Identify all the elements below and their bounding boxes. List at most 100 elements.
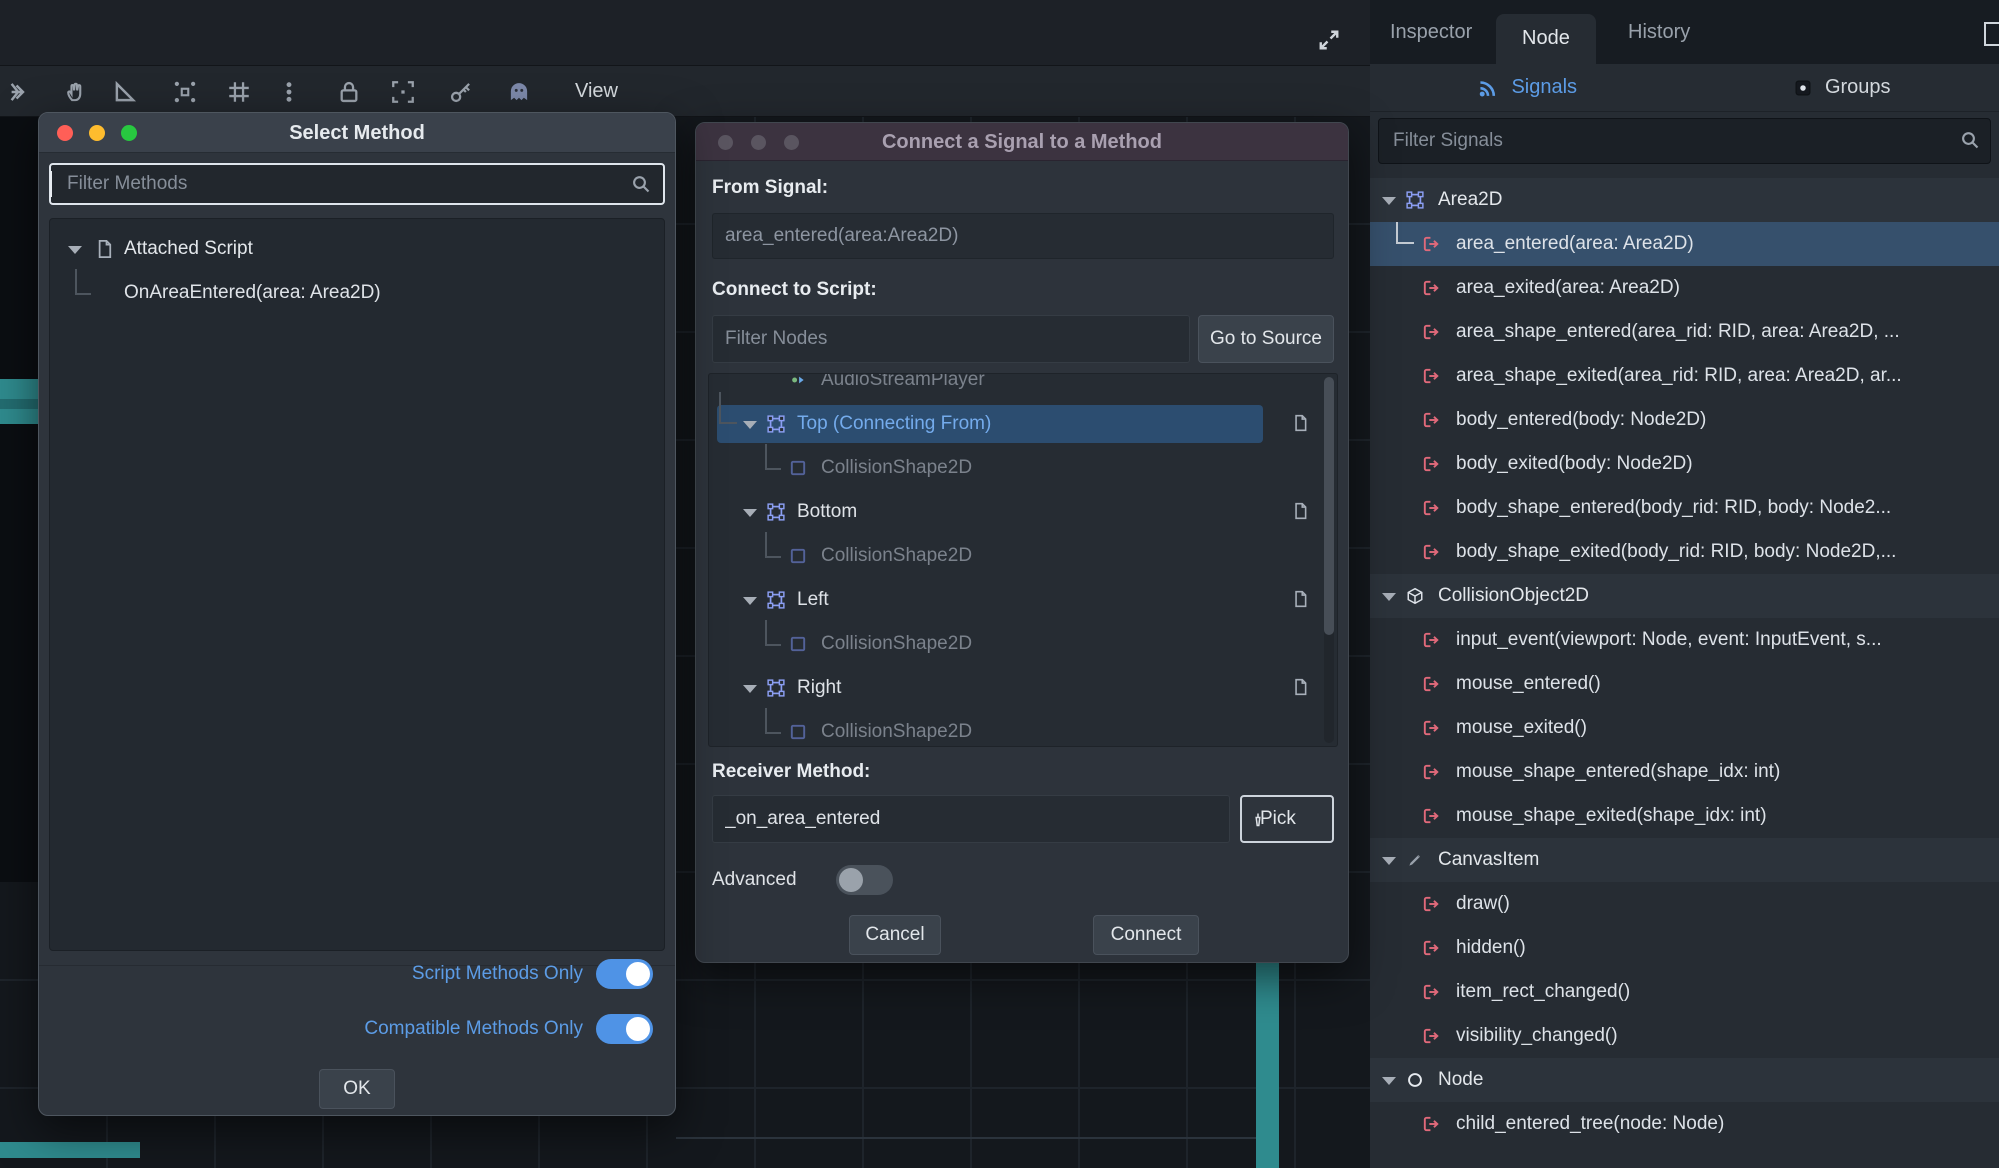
- signal-icon: [1422, 455, 1440, 473]
- cancel-button[interactable]: Cancel: [849, 915, 941, 955]
- node-tree-row[interactable]: CollisionShape2D: [709, 620, 1337, 666]
- tab-node[interactable]: Node: [1496, 14, 1596, 64]
- tree-item-method[interactable]: OnAreaEntered(area: Area2D): [50, 269, 664, 315]
- node-tree-row[interactable]: CollisionShape2D: [709, 532, 1337, 578]
- signal-list-row[interactable]: CollisionObject2D: [1370, 574, 1999, 618]
- tab-groups[interactable]: Groups: [1685, 64, 1999, 111]
- pan-hand-icon[interactable]: [64, 79, 90, 105]
- compatible-methods-only-toggle[interactable]: [596, 1014, 653, 1044]
- chevron-down-icon[interactable]: [743, 509, 757, 517]
- tree-item-attached-script[interactable]: Attached Script: [50, 227, 664, 271]
- view-menu[interactable]: View: [575, 66, 618, 116]
- chevron-down-icon[interactable]: [743, 685, 757, 693]
- collision-shape-icon: [789, 723, 807, 741]
- area2d-class-icon: [1406, 191, 1424, 209]
- lock-icon[interactable]: [336, 79, 362, 105]
- connect-signal-dialog: Connect a Signal to a Method From Signal…: [695, 122, 1349, 963]
- signal-list-row[interactable]: body_exited(body: Node2D): [1370, 442, 1999, 486]
- node-tree-row[interactable]: Bottom: [709, 490, 1337, 534]
- expand-icon[interactable]: [1317, 28, 1341, 52]
- filter-nodes-input[interactable]: [712, 315, 1190, 363]
- script-methods-only-toggle[interactable]: [596, 959, 653, 989]
- signal-label: body_shape_entered(body_rid: RID, body: …: [1456, 497, 1892, 518]
- signal-list-row[interactable]: Area2D: [1370, 178, 1999, 222]
- connect-to-script-label: Connect to Script:: [712, 279, 877, 300]
- from-signal-label: From Signal:: [712, 177, 829, 198]
- tab-history[interactable]: History: [1620, 0, 1698, 64]
- go-to-source-button[interactable]: Go to Source: [1198, 315, 1334, 363]
- chevron-down-icon[interactable]: [1382, 857, 1396, 865]
- signal-list-row[interactable]: input_event(viewport: Node, event: Input…: [1370, 618, 1999, 662]
- pixel-snap-icon[interactable]: [390, 79, 416, 105]
- advanced-toggle[interactable]: [836, 865, 893, 895]
- ruler-icon[interactable]: [112, 79, 138, 105]
- script-icon[interactable]: [1291, 501, 1309, 521]
- signal-list-row[interactable]: child_entered_tree(node: Node): [1370, 1102, 1999, 1146]
- more-options-icon[interactable]: [276, 79, 302, 105]
- smart-snap-icon[interactable]: [172, 79, 198, 105]
- chevron-down-icon[interactable]: [1382, 593, 1396, 601]
- zoom-window-icon[interactable]: [784, 135, 799, 150]
- signal-icon: [1422, 983, 1440, 1001]
- signal-list-row[interactable]: item_rect_changed(): [1370, 970, 1999, 1014]
- chevron-down-icon[interactable]: [743, 421, 757, 429]
- signal-list-row[interactable]: visibility_changed(): [1370, 1014, 1999, 1058]
- signal-label: CanvasItem: [1438, 849, 1540, 870]
- area2d-node-icon: [767, 415, 785, 433]
- signal-list-row[interactable]: Node: [1370, 1058, 1999, 1102]
- receiver-method-label: Receiver Method:: [712, 761, 871, 782]
- signal-list-row[interactable]: body_shape_exited(body_rid: RID, body: N…: [1370, 530, 1999, 574]
- script-icon[interactable]: [1291, 413, 1309, 433]
- close-window-icon[interactable]: [57, 125, 73, 141]
- tab-signals[interactable]: Signals: [1370, 64, 1685, 111]
- script-icon[interactable]: [1291, 677, 1309, 697]
- signal-label: visibility_changed(): [1456, 1025, 1618, 1046]
- connect-button[interactable]: Connect: [1093, 915, 1199, 955]
- tab-inspector[interactable]: Inspector: [1382, 0, 1480, 64]
- signal-list-row[interactable]: CanvasItem: [1370, 838, 1999, 882]
- chevron-down-icon[interactable]: [1382, 197, 1396, 205]
- script-methods-only-label: Script Methods Only: [411, 963, 583, 984]
- zoom-window-icon[interactable]: [121, 125, 137, 141]
- signal-list-row[interactable]: area_shape_exited(area_rid: RID, area: A…: [1370, 354, 1999, 398]
- method-label: OnAreaEntered(area: Area2D): [124, 282, 381, 303]
- collision-shape-icon: [789, 459, 807, 477]
- signal-list-row[interactable]: mouse_entered(): [1370, 662, 1999, 706]
- receiver-method-input[interactable]: [712, 795, 1230, 843]
- signal-label: CollisionObject2D: [1438, 585, 1590, 606]
- pick-button[interactable]: Pick: [1240, 795, 1334, 843]
- signal-icon: [1422, 675, 1440, 693]
- grid-snap-icon[interactable]: [226, 79, 252, 105]
- node-select-icon[interactable]: [10, 79, 36, 105]
- key-icon[interactable]: [448, 79, 474, 105]
- node-tree-row[interactable]: Left: [709, 578, 1337, 622]
- signal-list-row[interactable]: area_exited(area: Area2D): [1370, 266, 1999, 310]
- signal-list-row[interactable]: area_shape_entered(area_rid: RID, area: …: [1370, 310, 1999, 354]
- chevron-down-icon[interactable]: [743, 597, 757, 605]
- signal-list-row[interactable]: mouse_shape_exited(shape_idx: int): [1370, 794, 1999, 838]
- filter-signals-input[interactable]: [1378, 118, 1991, 164]
- node-tree-row[interactable]: CollisionShape2D: [709, 444, 1337, 490]
- close-window-icon[interactable]: [718, 135, 733, 150]
- signal-list-row[interactable]: mouse_shape_entered(shape_idx: int): [1370, 750, 1999, 794]
- signal-list-row[interactable]: area_entered(area: Area2D): [1370, 222, 1999, 266]
- node-tree-row[interactable]: CollisionShape2D: [709, 708, 1337, 746]
- signal-label: draw(): [1456, 893, 1510, 914]
- signal-list-row[interactable]: mouse_exited(): [1370, 706, 1999, 750]
- node-tree-row[interactable]: Top (Connecting From): [709, 392, 1337, 446]
- clipped-panel-icon: [1984, 22, 1999, 46]
- chevron-down-icon[interactable]: [68, 246, 82, 254]
- minimize-window-icon[interactable]: [89, 125, 105, 141]
- signal-list-row[interactable]: body_shape_entered(body_rid: RID, body: …: [1370, 486, 1999, 530]
- filter-methods-input[interactable]: [49, 163, 665, 205]
- sprite-icon[interactable]: [506, 79, 532, 105]
- chevron-down-icon[interactable]: [1382, 1077, 1396, 1085]
- node-tree-row[interactable]: AudioStreamPlayer: [709, 374, 1337, 402]
- script-icon[interactable]: [1291, 589, 1309, 609]
- node-tree-row[interactable]: Right: [709, 666, 1337, 710]
- ok-button[interactable]: OK: [319, 1069, 395, 1109]
- signal-list-row[interactable]: hidden(): [1370, 926, 1999, 970]
- signal-list-row[interactable]: draw(): [1370, 882, 1999, 926]
- minimize-window-icon[interactable]: [751, 135, 766, 150]
- signal-list-row[interactable]: body_entered(body: Node2D): [1370, 398, 1999, 442]
